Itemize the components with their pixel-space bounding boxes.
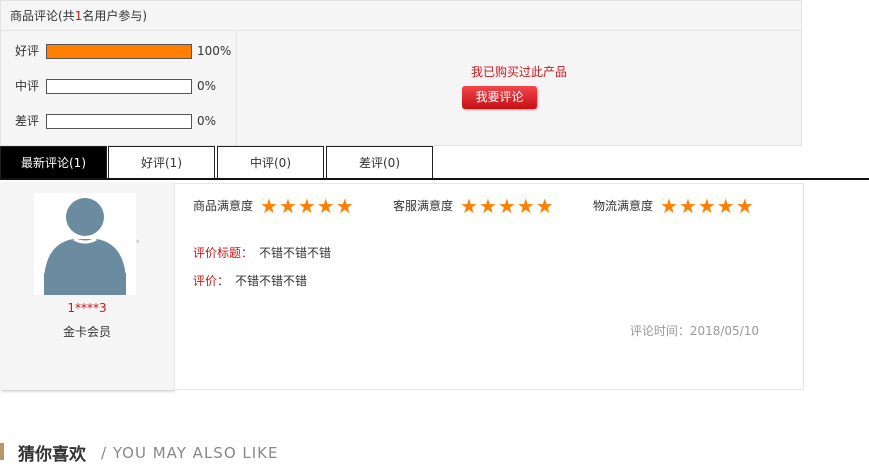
review-summary-panel: 商品评论(共1名用户参与) 好评 100% 中评 0% 差评 0% 我已购买过此… bbox=[0, 0, 802, 146]
logistics-satisfaction: 物流满意度 ★★★★★ bbox=[593, 193, 755, 218]
guess-you-like-subtitle: / YOU MAY ALSO LIKE bbox=[101, 444, 279, 462]
chevron-left-icon: ‹ bbox=[136, 237, 140, 247]
reviewer-info: ‹ 1****3 金卡会员 bbox=[0, 183, 174, 390]
rating-bar bbox=[46, 79, 192, 94]
review-content: 商品满意度 ★★★★★ 客服满意度 ★★★★★ 物流满意度 ★★★★★ 评价标题： 不错… bbox=[174, 183, 804, 390]
review-filter-tabs: 最新评论(1) 好评(1) 中评(0) 差评(0) bbox=[0, 146, 869, 180]
rating-label: 好评 bbox=[15, 44, 40, 58]
reviewer-level: 金卡会员 bbox=[62, 325, 111, 339]
star-rating-icon: ★★★★★ bbox=[460, 193, 555, 218]
star-rating-icon: ★★★★★ bbox=[660, 193, 755, 218]
user-avatar-icon bbox=[34, 193, 136, 295]
rating-bar-fill bbox=[47, 45, 191, 58]
service-satisfaction: 客服满意度 ★★★★★ bbox=[393, 193, 555, 218]
rating-bar bbox=[46, 44, 192, 59]
tab-good-reviews[interactable]: 好评(1) bbox=[108, 146, 215, 178]
review-summary-title: 商品评论(共1名用户参与) bbox=[1, 1, 801, 31]
rating-percent: 0% bbox=[197, 79, 217, 93]
guess-you-like-title: 猜你喜欢 bbox=[18, 445, 86, 465]
review-title-value: 不错不错不错 bbox=[259, 246, 332, 260]
title-prefix: 商品评论(共 bbox=[10, 9, 75, 23]
write-review-button[interactable]: 我要评论 bbox=[462, 86, 537, 109]
product-satisfaction: 商品满意度 ★★★★★ bbox=[193, 193, 355, 218]
rating-row-good: 好评 100% bbox=[15, 43, 235, 59]
write-review-area: 我已购买过此产品 我要评论 bbox=[237, 31, 801, 146]
review-timestamp: 评论时间：2018/05/10 bbox=[629, 324, 759, 338]
review-title-label: 评价标题： bbox=[193, 246, 254, 260]
rating-distribution: 好评 100% 中评 0% 差评 0% bbox=[1, 31, 237, 146]
title-suffix: 名用户参与) bbox=[82, 9, 148, 23]
section-accent-bar bbox=[0, 443, 4, 460]
tab-latest-reviews[interactable]: 最新评论(1) bbox=[0, 146, 107, 178]
rating-label: 差评 bbox=[15, 114, 40, 128]
tab-neutral-reviews[interactable]: 中评(0) bbox=[217, 146, 324, 178]
review-item: ‹ 1****3 金卡会员 商品满意度 ★★★★★ 客服满意度 ★★★★★ 物流满意… bbox=[0, 183, 804, 390]
tab-bad-reviews[interactable]: 差评(0) bbox=[326, 146, 433, 178]
satisfaction-label: 商品满意度 bbox=[193, 198, 254, 213]
satisfaction-label: 客服满意度 bbox=[393, 198, 454, 213]
guess-you-like-header: 猜你喜欢 / YOU MAY ALSO LIKE bbox=[0, 440, 869, 466]
rating-row-neutral: 中评 0% bbox=[15, 78, 235, 94]
review-text-value: 不错不错不错 bbox=[235, 274, 308, 288]
rating-percent: 100% bbox=[197, 44, 232, 58]
rating-label: 中评 bbox=[15, 79, 40, 93]
review-text-label: 评价： bbox=[193, 274, 230, 288]
review-text-line: 评价： 不错不错不错 bbox=[193, 272, 307, 289]
reviewer-name[interactable]: 1****3 bbox=[0, 301, 174, 315]
rating-percent: 0% bbox=[197, 114, 217, 128]
satisfaction-label: 物流满意度 bbox=[593, 198, 654, 213]
star-rating-icon: ★★★★★ bbox=[260, 193, 355, 218]
review-title-line: 评价标题： 不错不错不错 bbox=[193, 244, 331, 261]
rating-row-bad: 差评 0% bbox=[15, 113, 235, 129]
bought-product-text: 我已购买过此产品 bbox=[470, 65, 567, 79]
rating-bar bbox=[46, 114, 192, 129]
